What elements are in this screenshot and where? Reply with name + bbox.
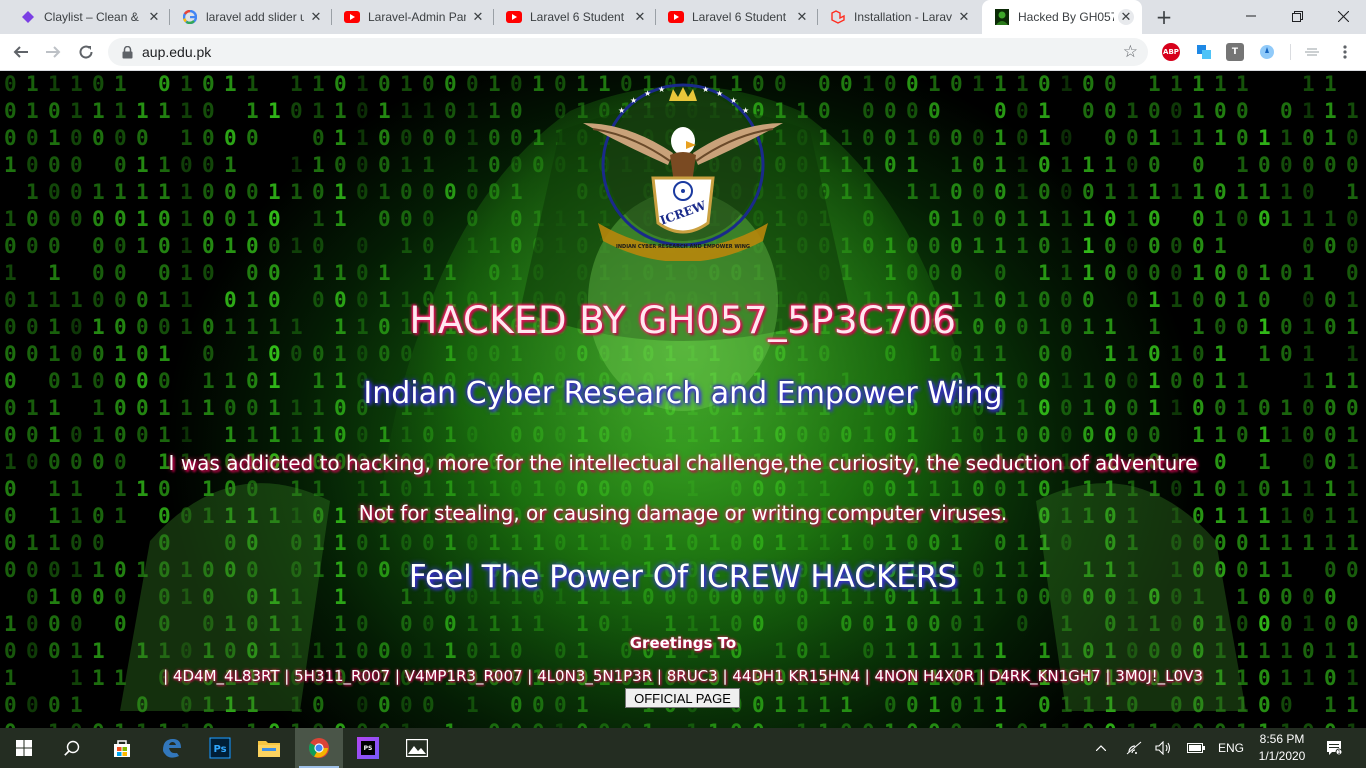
youtube-icon: [506, 9, 522, 25]
reload-button[interactable]: [72, 38, 100, 66]
svg-text:★: ★: [644, 89, 651, 98]
start-button[interactable]: [0, 728, 48, 768]
input-language-indicator[interactable]: ENG: [1214, 728, 1248, 768]
profile-avatar[interactable]: [1303, 43, 1321, 61]
organization-name: Indian Cyber Research and Empower Wing: [363, 376, 1003, 411]
url-text[interactable]: aup.edu.pk: [142, 44, 211, 60]
clock-time: 8:56 PM: [1259, 732, 1305, 746]
slogan: Feel The Power Of ICREW HACKERS: [408, 559, 958, 595]
tab-title: Claylist – Clean &: [44, 10, 139, 24]
search-icon: [64, 740, 80, 756]
photos-taskbar-icon[interactable]: [393, 728, 441, 768]
defaced-page: 0001101000000100001010011001001001001000…: [0, 71, 1366, 728]
svg-text:1: 1: [1338, 750, 1341, 756]
tab-title: Installation - Larav: [854, 10, 952, 24]
tab-youtube-2[interactable]: Laravel 6 Student I ✕: [494, 0, 656, 34]
google-icon: [182, 9, 198, 25]
tab-close-icon[interactable]: ✕: [1118, 9, 1134, 25]
back-button[interactable]: [7, 38, 35, 66]
address-bar[interactable]: aup.edu.pk ☆: [108, 38, 1148, 66]
taskbar-clock[interactable]: 8:56 PM 1/1/2020: [1250, 731, 1314, 765]
youtube-icon: [344, 9, 360, 25]
official-page-button[interactable]: OFFICIAL PAGE: [625, 688, 740, 708]
action-center-notification-icon[interactable]: 1: [1320, 728, 1348, 768]
bookmark-star-icon[interactable]: ☆: [1123, 42, 1138, 62]
svg-text:Ps: Ps: [213, 744, 226, 755]
tab-youtube-3[interactable]: Laravel 6 Student I ✕: [656, 0, 818, 34]
tab-title: Laravel-Admin Pan: [368, 10, 466, 24]
tab-youtube-1[interactable]: Laravel-Admin Pan ✕: [332, 0, 494, 34]
chrome-menu-icon[interactable]: [1336, 43, 1354, 61]
page-title: HACKED BY GH057_5P3C706: [409, 299, 957, 342]
icrew-logo: ★★★ ★ ★ ★★★ ICREW INDIAN CYBER RESEARCH AN…: [583, 83, 783, 261]
tab-close-icon[interactable]: ✕: [308, 9, 324, 25]
tab-google-search[interactable]: laravel add slider u ✕: [170, 0, 332, 34]
greetings-label: Greetings To: [629, 634, 737, 652]
hacker-favicon: [994, 9, 1010, 25]
phpstorm-taskbar-icon[interactable]: PS: [344, 728, 392, 768]
compass-extension-icon[interactable]: [1258, 43, 1276, 61]
edge-taskbar-icon[interactable]: [148, 728, 196, 768]
tab-strip: Claylist – Clean & ✕ laravel add slider …: [0, 0, 1366, 34]
svg-text:★: ★: [702, 85, 709, 94]
close-window-button[interactable]: [1320, 0, 1366, 32]
translate-extension-icon[interactable]: [1195, 43, 1213, 61]
forward-button[interactable]: [39, 38, 67, 66]
tab-title: Hacked By GH057_: [1018, 10, 1114, 24]
volume-icon[interactable]: [1152, 728, 1176, 768]
tab-close-icon[interactable]: ✕: [470, 9, 486, 25]
file-explorer-taskbar-icon[interactable]: [245, 728, 293, 768]
laravel-icon: [830, 9, 846, 25]
tab-close-icon[interactable]: ✕: [956, 9, 972, 25]
windows-logo-icon: [16, 740, 32, 756]
new-tab-button[interactable]: +: [1152, 5, 1176, 29]
clock-date: 1/1/2020: [1258, 749, 1306, 763]
text-extension-icon[interactable]: T: [1226, 43, 1244, 61]
svg-text:PS: PS: [364, 745, 373, 752]
restore-button[interactable]: [1274, 0, 1320, 32]
svg-text:★: ★: [730, 96, 737, 105]
tab-close-icon[interactable]: ✕: [794, 9, 810, 25]
tab-laravel-installation[interactable]: Installation - Larav ✕: [818, 0, 980, 34]
minimize-button[interactable]: [1228, 0, 1274, 32]
svg-text:★: ★: [742, 106, 749, 115]
show-hidden-icons-chevron-icon[interactable]: [1090, 728, 1112, 768]
search-button[interactable]: [48, 728, 96, 768]
browser-toolbar: aup.edu.pk ☆ ABP T: [0, 34, 1366, 71]
network-icon[interactable]: [1122, 728, 1146, 768]
svg-text:★: ★: [658, 85, 665, 94]
svg-text:★: ★: [630, 96, 637, 105]
tab-title: laravel add slider u: [206, 10, 304, 24]
logo-ribbon-text: INDIAN CYBER RESEARCH AND EMPOWER WING: [616, 244, 750, 250]
svg-text:★: ★: [618, 106, 625, 115]
tab-title: Laravel 6 Student I: [692, 10, 790, 24]
quote-line-2: Not for stealing, or causing damage or w…: [358, 501, 1008, 525]
tab-close-icon[interactable]: ✕: [632, 9, 648, 25]
windows-taskbar: Ps PS ENG 8:56 PM 1/1/2020 1: [0, 728, 1366, 768]
lock-icon[interactable]: [120, 45, 134, 59]
store-taskbar-icon[interactable]: [98, 728, 146, 768]
quote-line-1: I was addicted to hacking, more for the …: [168, 451, 1198, 475]
tab-close-icon[interactable]: ✕: [146, 9, 162, 25]
svg-text:★: ★: [716, 89, 723, 98]
tab-claylist[interactable]: Claylist – Clean & ✕: [8, 0, 170, 34]
battery-icon[interactable]: [1184, 728, 1208, 768]
youtube-icon: [668, 9, 684, 25]
tab-hacked-active[interactable]: Hacked By GH057_ ✕: [982, 0, 1142, 34]
adblock-plus-icon[interactable]: ABP: [1162, 43, 1180, 61]
tab-title: Laravel 6 Student I: [530, 10, 628, 24]
claylist-icon: [20, 9, 36, 25]
chrome-taskbar-icon[interactable]: [295, 728, 343, 768]
greetings-list: | 4D4M_4L83RT | 5H311_R007 | V4MP1R3_R00…: [163, 667, 1203, 685]
photoshop-taskbar-icon[interactable]: Ps: [196, 728, 244, 768]
